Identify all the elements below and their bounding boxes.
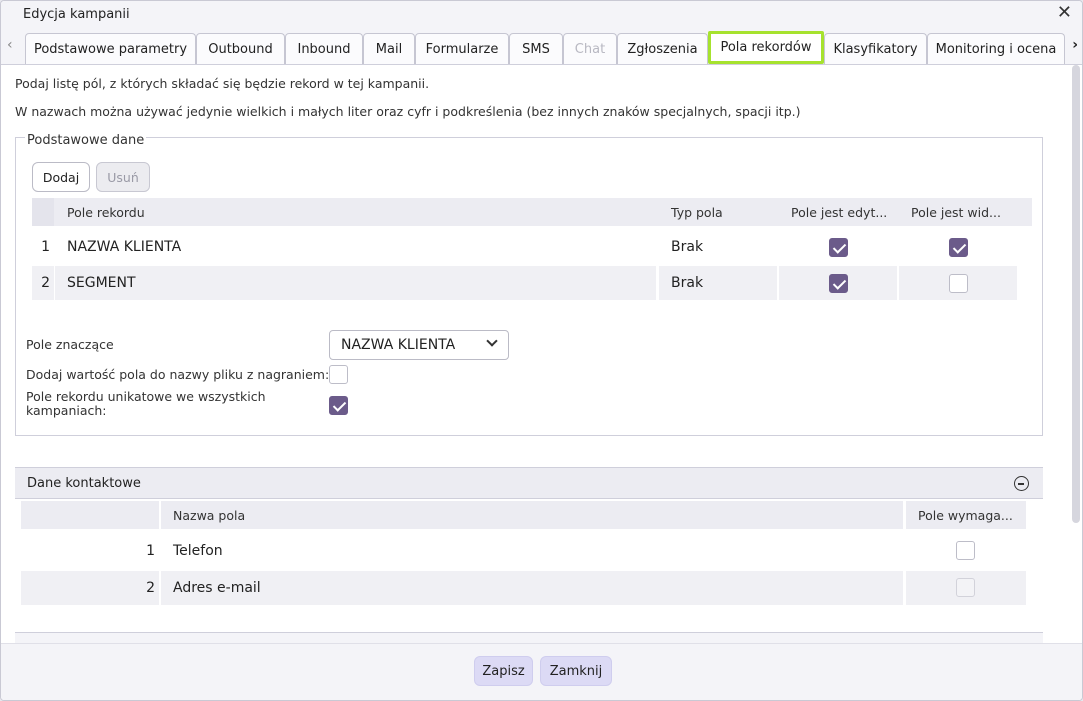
tab-outbound[interactable]: Outbound	[196, 33, 285, 64]
remove-field-button: Usuń	[96, 162, 150, 192]
record-fields-header: Pole rekordu Typ pola Pole jest edyt... …	[32, 198, 1032, 226]
visible-checkbox[interactable]	[949, 274, 968, 293]
append-to-filename-label: Dodaj wartość pola do nazwy pliku z nagr…	[26, 367, 330, 382]
header-field-type[interactable]: Typ pola	[659, 198, 777, 226]
significant-field-label: Pole znaczące	[26, 337, 114, 352]
table-row[interactable]: 1 Telefon	[21, 534, 1027, 568]
chevron-down-icon	[486, 335, 498, 347]
editable-cell	[779, 230, 897, 264]
tab-zgloszenia[interactable]: Zgłoszenia	[617, 33, 708, 64]
field-type-cell[interactable]: Brak	[659, 266, 777, 300]
tab-klasyfikatory[interactable]: Klasyfikatory	[824, 33, 927, 64]
editable-checkbox[interactable]	[829, 238, 848, 257]
tab-strip: ‹ Podstawowe parametry Outbound Inbound …	[1, 29, 1082, 65]
significant-field-value: NAZWA KLIENTA	[341, 337, 456, 353]
table-row[interactable]: 2 SEGMENT Brak	[32, 266, 1017, 300]
dialog-footer: Zapisz Zamknij	[1, 643, 1082, 700]
tab-sms[interactable]: SMS	[509, 33, 563, 64]
significant-field-select[interactable]: NAZWA KLIENTA	[329, 330, 509, 360]
header-field-name[interactable]: Pole rekordu	[55, 198, 656, 226]
required-cell	[906, 534, 1026, 568]
add-field-button[interactable]: Dodaj	[32, 162, 90, 192]
editable-cell	[779, 266, 897, 300]
required-cell	[906, 571, 1026, 605]
tab-mail[interactable]: Mail	[363, 33, 415, 64]
content-scrollbar[interactable]	[1072, 65, 1080, 523]
basic-data-legend: Podstawowe dane	[25, 133, 147, 148]
row-num-header	[21, 501, 159, 529]
append-to-filename-checkbox[interactable]	[329, 365, 348, 384]
minus-circle-icon[interactable]	[1014, 476, 1029, 491]
contact-data-section-header[interactable]: Dane kontaktowe	[15, 467, 1043, 499]
row-number: 2	[32, 266, 54, 300]
chevron-left-icon[interactable]: ‹	[7, 37, 13, 53]
editable-checkbox[interactable]	[829, 274, 848, 293]
header-contact-field-name[interactable]: Nazwa pola	[161, 501, 903, 529]
dialog-title: Edycja kampanii	[23, 7, 130, 22]
required-checkbox	[956, 578, 975, 597]
save-button[interactable]: Zapisz	[474, 656, 533, 686]
visible-cell	[899, 230, 1017, 264]
contact-field-name-cell[interactable]: Adres e-mail	[161, 571, 903, 605]
unique-field-label: Pole rekordu unikatowe we wszystkich kam…	[26, 389, 266, 418]
row-num-header	[32, 198, 54, 226]
field-type-cell[interactable]: Brak	[659, 230, 777, 264]
tab-content: Podaj listę pól, z których składać się b…	[1, 65, 1071, 643]
field-name-cell[interactable]: NAZWA KLIENTA	[55, 230, 656, 264]
dialog-titlebar: Edycja kampanii ✕	[1, 1, 1082, 29]
tab-pola-rekordow[interactable]: Pola rekordów	[708, 31, 824, 64]
row-number: 1	[146, 543, 155, 559]
close-icon[interactable]: ✕	[1057, 4, 1072, 22]
unique-field-checkbox[interactable]	[329, 396, 348, 415]
contact-data-title: Dane kontaktowe	[27, 476, 141, 491]
required-checkbox[interactable]	[956, 541, 975, 560]
tab-formularze[interactable]: Formularze	[415, 33, 509, 64]
visible-checkbox[interactable]	[949, 238, 968, 257]
contact-field-name-cell[interactable]: Telefon	[161, 534, 903, 568]
chevron-right-icon[interactable]: ›	[1072, 37, 1078, 53]
close-button[interactable]: Zamknij	[540, 656, 612, 686]
next-section-header	[15, 632, 1043, 643]
tab-monitoring-i-ocena[interactable]: Monitoring i ocena	[927, 33, 1065, 64]
visible-cell	[899, 266, 1017, 300]
contact-fields-header: Nazwa pola Pole wymaga...	[21, 501, 1027, 529]
header-editable[interactable]: Pole jest edyt...	[779, 198, 897, 226]
field-name-cell[interactable]: SEGMENT	[55, 266, 656, 300]
intro-text-1: Podaj listę pól, z których składać się b…	[15, 76, 430, 91]
tab-inbound[interactable]: Inbound	[285, 33, 363, 64]
intro-text-2: W nazwach można używać jedynie wielkich …	[15, 104, 801, 119]
header-visible[interactable]: Pole jest wid...	[899, 198, 1017, 226]
table-row[interactable]: 2 Adres e-mail	[21, 571, 1027, 605]
campaign-edit-dialog: Edycja kampanii ✕ ‹ Podstawowe parametry…	[0, 0, 1083, 701]
tab-podstawowe-parametry[interactable]: Podstawowe parametry	[25, 33, 196, 64]
table-row[interactable]: 1 NAZWA KLIENTA Brak	[32, 230, 1017, 264]
row-number: 1	[41, 239, 50, 255]
tab-chat: Chat	[563, 33, 617, 64]
header-required[interactable]: Pole wymaga...	[906, 501, 1026, 529]
row-number: 2	[21, 571, 159, 605]
